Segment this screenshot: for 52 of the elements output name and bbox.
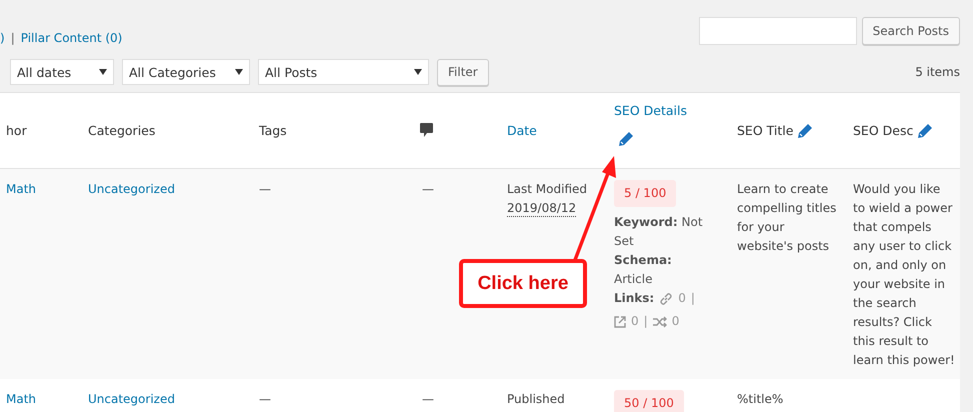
column-header: SEO Desc [853, 123, 914, 138]
link-icon [659, 292, 674, 306]
author-link[interactable]: Math [6, 392, 36, 406]
separator: | [644, 313, 648, 330]
view-link[interactable]: ) [0, 31, 5, 45]
table-cell: — [422, 182, 434, 196]
filter-button[interactable]: Filter [437, 58, 489, 86]
view-link[interactable]: Pillar Content (0) [20, 31, 122, 45]
links-label: Links: [614, 290, 654, 307]
seo-score-badge: 5 / 100 [614, 180, 676, 207]
caret-icon [414, 69, 422, 75]
category-link[interactable]: Uncategorized [88, 182, 175, 196]
column-header[interactable]: Date [507, 123, 537, 138]
callout-label: Click here [459, 259, 587, 308]
date-text: 2019/08/12 [507, 200, 576, 217]
external-link-icon [614, 316, 626, 328]
keyword-text: Keyword: Not Set [614, 214, 704, 250]
category-link[interactable]: Uncategorized [88, 392, 175, 406]
filter-dropdown[interactable]: All Posts [258, 59, 429, 85]
seo-description-text: Would you like to wield a power that compels any user to click on, and only on your website in the search results? Click this result to learn this power! [853, 182, 955, 367]
separator: | [10, 31, 15, 45]
caret-icon [99, 69, 107, 75]
filter-dropdown[interactable]: All Categories [122, 59, 250, 85]
item-count: 5 items [915, 65, 960, 79]
seo-title-text: %title% [737, 392, 784, 406]
table-cell: — [422, 392, 434, 406]
date-status: Published [507, 391, 566, 408]
column-header: Categories [88, 123, 156, 138]
filter-dropdown[interactable]: All dates [10, 59, 114, 85]
link-count: 0 [672, 313, 680, 330]
seo-score-badge: 50 / 100 [614, 390, 684, 412]
column-header: SEO Title [737, 123, 794, 138]
column-header: hor [6, 123, 27, 138]
link-count: 0 [678, 290, 686, 307]
shuffle-icon [652, 316, 667, 328]
comment-icon [420, 123, 433, 138]
seo-title-text: Learn to create compelling titles for your website's posts [737, 182, 836, 253]
search-button[interactable]: Search Posts [862, 17, 960, 45]
table-cell: — [259, 182, 271, 196]
pencil-icon[interactable] [918, 124, 932, 138]
column-header: Tags [259, 123, 287, 138]
author-link[interactable]: Math [6, 182, 36, 196]
pencil-icon[interactable] [619, 132, 633, 146]
pencil-icon[interactable] [798, 124, 812, 138]
schema-text: Schema: Article [614, 252, 673, 288]
caret-icon [235, 69, 243, 75]
separator: | [690, 290, 695, 307]
column-header[interactable]: SEO Details [614, 103, 687, 118]
link-count: 0 [631, 313, 639, 330]
table-cell: — [259, 392, 271, 406]
search-field[interactable] [698, 17, 857, 45]
date-status: Last Modified [507, 181, 588, 198]
